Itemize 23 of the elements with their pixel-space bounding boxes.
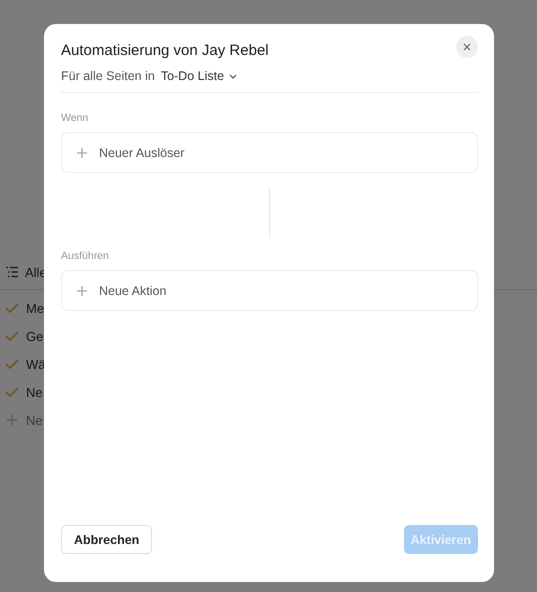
close-button[interactable] [456,36,478,58]
dialog-title: Automatisierung von Jay Rebel [61,42,269,59]
plus-icon [77,286,87,296]
new-task-label[interactable]: Ne [26,412,43,428]
check-icon[interactable] [5,358,19,370]
section-label: Wenn [61,112,88,124]
plus-icon [77,148,87,158]
plus-icon [5,414,19,426]
database-dropdown[interactable]: To-Do Liste [160,69,238,83]
chevron-icon [229,74,238,78]
task-title[interactable]: Ne [26,384,43,400]
task-title[interactable]: Ge [26,328,44,344]
close-icon [463,42,471,50]
check-icon[interactable] [5,386,19,398]
scope-label: Für alle Seiten in [61,69,155,83]
check-icon[interactable] [5,330,19,342]
add-step-button[interactable]: Neue Aktion [61,270,478,311]
task-title[interactable]: Me [26,300,44,316]
cancel-button[interactable]: Abbrechen [61,525,152,554]
add-step-button[interactable]: Neuer Auslöser [61,132,478,173]
check-icon[interactable] [5,302,19,314]
list-icon [5,266,19,278]
section-label: Ausführen [61,250,109,262]
